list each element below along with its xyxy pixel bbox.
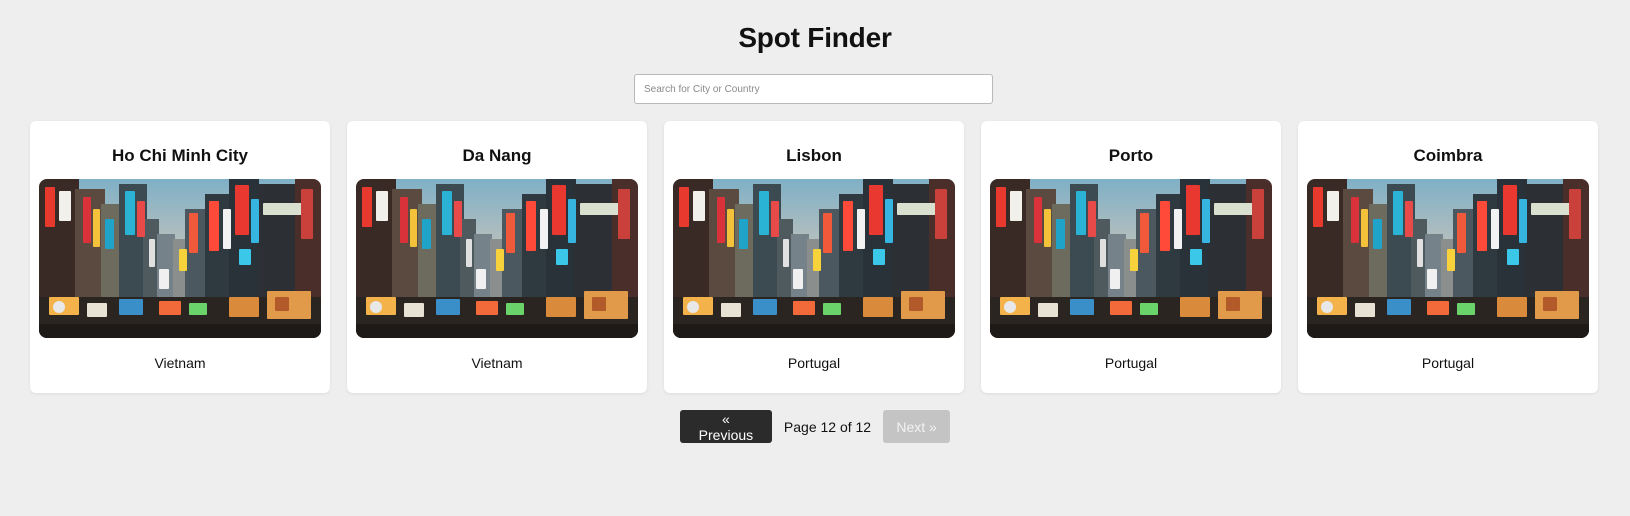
page-indicator: Page 12 of 12 bbox=[783, 418, 872, 435]
card-list: Ho Chi Minh City Vietnam Da Nang Vietnam… bbox=[30, 121, 1598, 393]
card-country-name: Portugal bbox=[1104, 355, 1158, 371]
card-country-name: Vietnam bbox=[471, 355, 523, 371]
city-card[interactable]: Porto Portugal bbox=[981, 121, 1281, 393]
card-city-name: Coimbra bbox=[1413, 146, 1483, 165]
card-country-name: Portugal bbox=[1421, 355, 1475, 371]
city-card[interactable]: Da Nang Vietnam bbox=[347, 121, 647, 393]
city-card[interactable]: Lisbon Portugal bbox=[664, 121, 964, 393]
card-city-name: Porto bbox=[1108, 146, 1154, 165]
card-city-name: Da Nang bbox=[462, 146, 532, 165]
previous-page-button[interactable]: « Previous bbox=[679, 410, 772, 443]
card-city-name: Lisbon bbox=[786, 146, 842, 165]
city-image bbox=[356, 179, 638, 338]
app-root: Spot Finder Ho Chi Minh City Vietnam Da … bbox=[0, 0, 1630, 516]
pagination: « Previous Page 12 of 12 Next » bbox=[0, 410, 1630, 443]
card-country-name: Vietnam bbox=[154, 355, 206, 371]
next-page-button[interactable]: Next » bbox=[883, 410, 951, 443]
city-image bbox=[1307, 179, 1589, 338]
city-card[interactable]: Ho Chi Minh City Vietnam bbox=[30, 121, 330, 393]
card-country-name: Portugal bbox=[787, 355, 841, 371]
city-image bbox=[673, 179, 955, 338]
card-city-name: Ho Chi Minh City bbox=[112, 146, 248, 165]
city-image bbox=[39, 179, 321, 338]
page-title: Spot Finder bbox=[738, 22, 892, 53]
search-input[interactable] bbox=[634, 74, 993, 104]
city-card[interactable]: Coimbra Portugal bbox=[1298, 121, 1598, 393]
city-image bbox=[990, 179, 1272, 338]
